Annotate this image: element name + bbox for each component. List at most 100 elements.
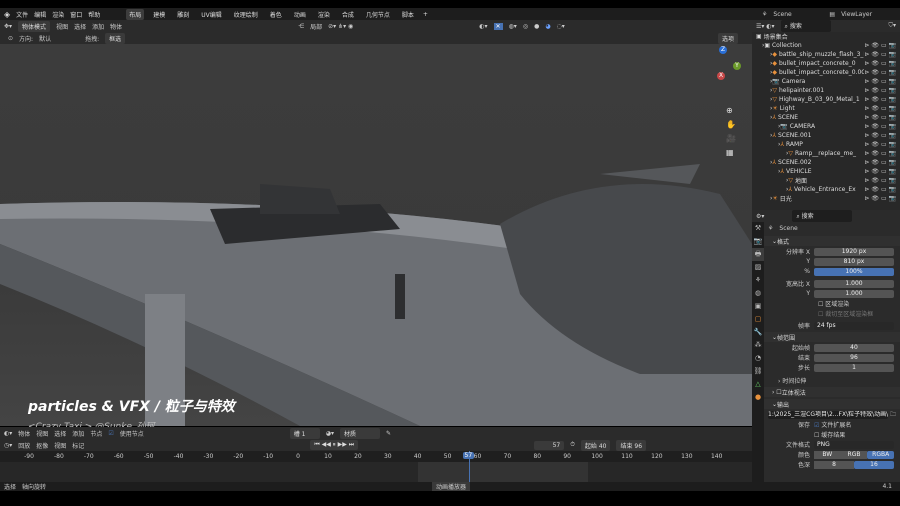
shading-rendered-icon[interactable]: ◌▾ <box>557 23 565 30</box>
outliner-item[interactable]: › ⅄ SCENE ⊳ 👁 ▭ 📷 <box>752 113 900 122</box>
particles-tab-icon[interactable]: ⁂ <box>752 339 764 352</box>
timeline-track[interactable] <box>0 462 752 482</box>
file-format-dropdown[interactable]: PNG <box>814 440 894 449</box>
camera-view-icon[interactable]: 🎥 <box>726 132 736 146</box>
view-layer-name[interactable]: ViewLayer <box>841 11 872 18</box>
outliner-item[interactable]: › ▽ Ramp__replace_me_ ⊳ 👁 ▭ 📷 <box>752 149 900 158</box>
visibility-toggles-icon[interactable]: ⊳ 👁 ▭ 📷 <box>864 168 896 175</box>
end-frame-field[interactable]: 结束 96 <box>616 439 647 451</box>
menu-select[interactable]: 选择 <box>74 22 86 31</box>
marker-menu[interactable]: 标记 <box>72 441 84 450</box>
current-frame-field[interactable]: 57 <box>534 440 565 450</box>
start-frame-field[interactable]: 起始 40 <box>580 439 611 451</box>
resolution-percent-slider[interactable]: 100% <box>814 267 894 276</box>
output-tab-icon[interactable]: 🖶 <box>752 248 764 261</box>
outliner-search[interactable]: ⌕ 搜索 <box>780 20 831 32</box>
tab-uv[interactable]: UV编辑 <box>198 9 225 20</box>
editor-type-icon[interactable]: ⚙▾ <box>756 213 764 220</box>
render-tab-icon[interactable]: 📷 <box>752 235 764 248</box>
scene-collection-row[interactable]: ▣ 场景集合 <box>752 32 900 41</box>
outliner-item[interactable]: › ▽ helipainter.001 ⊳ 👁 ▭ 📷 <box>752 86 900 95</box>
shading-wireframe-icon[interactable]: ◎ <box>523 23 528 30</box>
resolution-y-field[interactable]: 810 px <box>814 257 894 266</box>
menu-edit[interactable]: 编辑 <box>34 10 46 19</box>
color-rgb-button[interactable]: RGB <box>840 450 868 459</box>
snap-icon[interactable]: ⊘▾ ⋔▾ ◉ <box>328 23 353 30</box>
overlay-icon[interactable]: ◍▾ <box>509 23 517 30</box>
outliner-item[interactable]: › ⅄ RAMP ⊳ 👁 ▭ 📷 <box>752 140 900 149</box>
visibility-toggles-icon[interactable]: ⊳ 👁 ▭ 📷 <box>864 195 896 202</box>
editor-type-icon[interactable]: ✥▾ <box>4 23 12 30</box>
mode-dropdown[interactable]: 物体模式 <box>18 20 51 32</box>
navigation-gizmo[interactable]: Z Y X <box>703 46 743 86</box>
menu-select[interactable]: 选择 <box>54 429 66 438</box>
physics-tab-icon[interactable]: ◔ <box>752 352 764 365</box>
depth-16-button[interactable]: 16 <box>854 460 894 469</box>
stereoscopy-panel-header[interactable]: › ☐ 立体视法 <box>764 387 900 397</box>
file-extension-checkbox[interactable]: ☑ 文件扩展名 <box>814 420 851 429</box>
drag-dropdown[interactable]: 框选 <box>105 32 126 44</box>
visibility-toggles-icon[interactable]: ⊳ 👁 ▭ 📷 <box>864 78 896 85</box>
tab-sculpt[interactable]: 雕刻 <box>174 9 192 20</box>
menu-view[interactable]: 视图 <box>36 429 48 438</box>
outliner-item[interactable]: › ☀ 日光 ⊳ 👁 ▭ 📷 <box>752 194 900 203</box>
visibility-toggles-icon[interactable]: ⊳ 👁 ▭ 📷 <box>864 105 896 112</box>
aspect-x-field[interactable]: 1.000 <box>814 279 894 288</box>
material-tab-icon[interactable]: ● <box>752 391 764 404</box>
gizmo-x[interactable]: X <box>717 72 725 80</box>
scene-tab-icon[interactable]: ⚘ <box>752 274 764 287</box>
visibility-toggles-icon[interactable]: ⊳ 👁 ▭ 📷 <box>864 159 896 166</box>
outliner-item[interactable]: › ▽ Highway_B_03_90_Metal_1 ⊳ 👁 ▭ 📷 <box>752 95 900 104</box>
view-layer-tab-icon[interactable]: ▨ <box>752 261 764 274</box>
visibility-toggles-icon[interactable]: ⊳ 👁 ▭ 📷 <box>864 132 896 139</box>
world-tab-icon[interactable]: ◍ <box>752 287 764 300</box>
crop-region-checkbox[interactable]: ☐ 裁切至区域渲染框 <box>818 309 873 318</box>
menu-object[interactable]: 物体 <box>110 22 122 31</box>
output-path-field[interactable]: 1:\2025_三渲CG项目\2...FX\粒子特效\动画\ <box>768 410 888 419</box>
outliner-item[interactable]: › ▣ Collection ⊳ 👁 ▭ 📷 <box>752 41 900 50</box>
tab-shading[interactable]: 着色 <box>267 9 285 20</box>
tab-animation[interactable]: 动画 <box>291 9 309 20</box>
visibility-toggles-icon[interactable]: ⊳ 👁 ▭ 📷 <box>864 51 896 58</box>
playhead-frame-label[interactable]: 57 <box>462 452 475 459</box>
gizmo-toggle-icon[interactable]: ✕ <box>493 22 503 30</box>
visibility-toggles-icon[interactable]: ⊳ 👁 ▭ 📷 <box>864 69 896 76</box>
visibility-icon[interactable]: ◐▾ <box>479 23 487 30</box>
visibility-toggles-icon[interactable]: ⊳ 👁 ▭ 📷 <box>864 96 896 103</box>
view-menu[interactable]: 视图 <box>54 441 66 450</box>
tool-icon[interactable]: ⊙ <box>8 35 13 42</box>
menu-add[interactable]: 添加 <box>92 22 104 31</box>
outliner-item[interactable]: › 📷 Camera ⊳ 👁 ▭ 📷 <box>752 77 900 86</box>
time-stretch-panel[interactable]: › 时间拉伸 <box>778 376 806 385</box>
scene-name[interactable]: Scene <box>773 11 823 18</box>
add-workspace-button[interactable]: + <box>423 11 428 18</box>
timeline-ruler[interactable]: -90 -80 -70 -60 -50 -40 -30 -20 -10 0 10 20 30 40 50 60… <box>0 451 752 462</box>
object-dropdown[interactable]: 物体 <box>18 429 30 438</box>
visibility-toggles-icon[interactable]: ⊳ 👁 ▭ 📷 <box>864 186 896 193</box>
display-mode-icon[interactable]: ☰▾ ◐▾ <box>756 23 775 30</box>
menu-view[interactable]: 视图 <box>56 22 68 31</box>
outliner-item[interactable]: › 📷 CAMERA ⊳ 👁 ▭ 📷 <box>752 122 900 131</box>
orientation-dropdown[interactable]: 默认 <box>39 34 79 43</box>
pan-icon[interactable]: ✋ <box>726 118 736 132</box>
gizmo-y[interactable]: Y <box>733 62 741 70</box>
editor-type-icon[interactable]: ◷▾ <box>4 442 12 449</box>
format-panel-header[interactable]: ⌄ 格式 <box>764 236 900 246</box>
render-region-checkbox[interactable]: ☐ 区域渲染 <box>818 299 849 308</box>
tab-texture-paint[interactable]: 纹理绘制 <box>231 9 261 20</box>
data-tab-icon[interactable]: △ <box>752 378 764 391</box>
frame-rate-dropdown[interactable]: 24 fps <box>814 321 894 330</box>
folder-icon[interactable]: 🗀 <box>890 410 896 420</box>
outliner-item[interactable]: › ◆ bullet_impact_concrete_0 ⊳ 👁 ▭ 📷 <box>752 59 900 68</box>
zoom-icon[interactable]: ⊕ <box>726 104 736 118</box>
color-rgba-button[interactable]: RGBA <box>867 450 895 459</box>
slot-dropdown[interactable]: 槽 1 <box>289 427 320 439</box>
outliner-item[interactable]: › ⅄ VEHICLE ⊳ 👁 ▭ 📷 <box>752 167 900 176</box>
visibility-toggles-icon[interactable]: ⊳ 👁 ▭ 📷 <box>864 150 896 157</box>
outliner-item[interactable]: › ⅄ SCENE.001 ⊳ 👁 ▭ 📷 <box>752 131 900 140</box>
menu-window[interactable]: 窗口 <box>70 10 82 19</box>
tab-geometry-nodes[interactable]: 几何节点 <box>363 9 393 20</box>
playback-menu[interactable]: 回放 <box>18 441 30 450</box>
tab-layout[interactable]: 布局 <box>126 8 145 20</box>
tool-tab-icon[interactable]: ⚒ <box>752 222 764 235</box>
